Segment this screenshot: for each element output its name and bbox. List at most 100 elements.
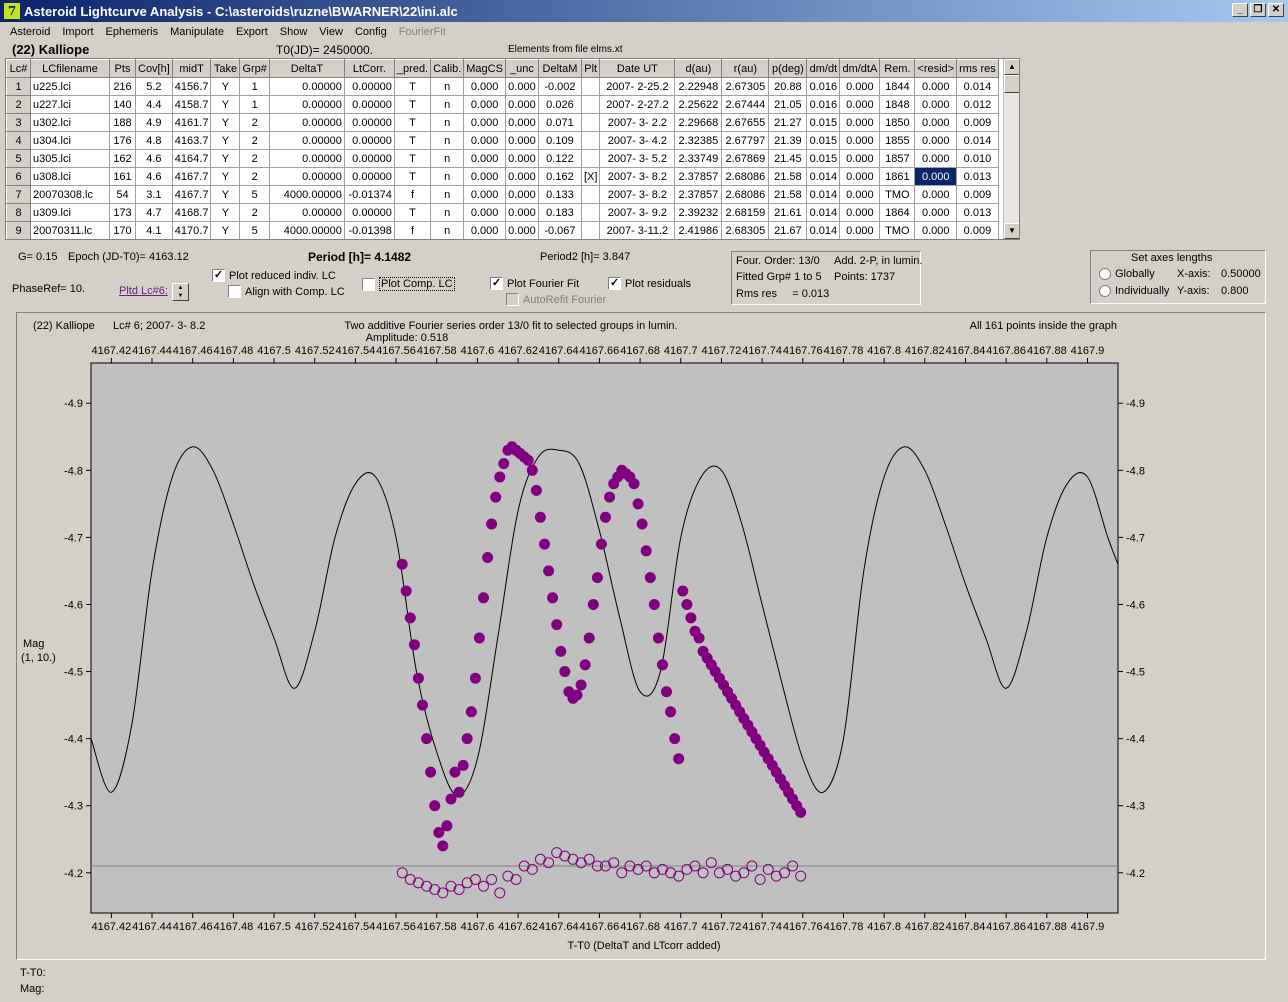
table-cell[interactable]: 0.000 (839, 149, 881, 168)
table-cell[interactable]: 0.000 (914, 113, 958, 132)
close-button[interactable]: ✕ (1268, 3, 1284, 17)
table-cell[interactable]: 0.012 (956, 95, 999, 114)
table-cell[interactable]: 2.68086 (721, 185, 770, 204)
table-cell[interactable]: 0.00000 (343, 167, 395, 186)
table-cell[interactable]: T (393, 131, 432, 150)
table-cell[interactable]: 0.000 (839, 77, 881, 96)
table-cell[interactable]: 2.37857 (674, 185, 723, 204)
table-cell[interactable]: 0.000 (463, 203, 506, 222)
table-cell[interactable]: Y (210, 77, 241, 96)
table-cell[interactable]: 140 (109, 95, 136, 114)
table-row[interactable]: 2 u227.lci 140 4.4 4158.7 Y 1 0.00000 0.00000 Tn 0… (6, 95, 999, 114)
table-cell[interactable]: 2.67305 (721, 77, 770, 96)
table-cell[interactable]: T (393, 203, 432, 222)
table-cell[interactable]: 20070308.lc (30, 185, 110, 204)
column-header[interactable]: DeltaT (268, 59, 345, 78)
table-row[interactable]: 9 20070311.lc 170 4.1 4170.7 Y 5 4000.00000 -0.0… (6, 221, 999, 239)
table-cell[interactable] (580, 131, 601, 150)
table-cell[interactable]: 0.00000 (268, 131, 345, 150)
table-cell[interactable]: u305.lci (30, 149, 110, 168)
table-cell[interactable]: n (430, 77, 465, 96)
menu-item-fourierfit[interactable]: FourierFit (393, 26, 452, 38)
table-row[interactable]: 4 u304.lci 176 4.8 4163.7 Y 2 0.00000 0.00000 Tn 0… (6, 131, 999, 150)
menu-item-manipulate[interactable]: Manipulate (164, 26, 230, 38)
table-cell[interactable]: 2.67869 (721, 149, 770, 168)
table-cell[interactable]: 0.00000 (268, 203, 345, 222)
table-cell[interactable]: 4167.7 (171, 167, 212, 186)
table-cell[interactable]: T (393, 95, 432, 114)
plotted-lc-spinner[interactable]: ▲ ▼ (172, 283, 189, 301)
table-cell[interactable]: 0.000 (463, 95, 506, 114)
scroll-thumb[interactable] (1004, 75, 1019, 93)
table-cell[interactable]: 4.6 (135, 167, 173, 186)
table-cell[interactable]: 0.000 (839, 131, 881, 150)
table-scrollbar[interactable]: ▲ ▼ (1003, 59, 1019, 239)
table-cell[interactable]: 21.05 (768, 95, 808, 114)
row-header[interactable]: 9 (6, 221, 31, 239)
table-cell[interactable]: 0.000 (504, 167, 539, 186)
table-cell[interactable]: 2007- 3- 4.2 (599, 131, 676, 150)
table-cell[interactable]: 4161.7 (171, 113, 212, 132)
table-cell[interactable]: Y (210, 131, 241, 150)
table-cell[interactable]: u225.lci (30, 77, 110, 96)
row-header[interactable]: 5 (6, 149, 31, 168)
plot-comp-checkbox[interactable]: Plot Comp. LC (362, 277, 455, 291)
menu-item-show[interactable]: Show (274, 26, 314, 38)
column-header[interactable]: _unc (504, 59, 539, 78)
table-cell[interactable]: 21.61 (768, 203, 808, 222)
column-header[interactable]: Cov[h] (135, 59, 173, 78)
column-header[interactable]: Plt (580, 59, 601, 78)
table-cell[interactable]: f (393, 185, 432, 204)
table-cell[interactable]: 4000.00000 (268, 185, 345, 204)
table-cell[interactable]: 4000.00000 (268, 221, 345, 239)
table-cell[interactable]: 2.22948 (674, 77, 723, 96)
table-row[interactable]: 1 u225.lci 216 5.2 4156.7 Y 1 0.00000 0.00000 Tn 0… (6, 77, 999, 96)
table-cell[interactable]: 4.6 (135, 149, 173, 168)
table-cell[interactable] (580, 77, 601, 96)
table-cell[interactable]: 0.000 (914, 77, 958, 96)
table-cell[interactable]: 0.00000 (268, 77, 345, 96)
table-cell[interactable]: 4156.7 (171, 77, 212, 96)
table-cell[interactable]: 0.00000 (268, 113, 345, 132)
autorefit-checkbox[interactable]: AutoRefit Fourier (506, 293, 606, 306)
table-cell[interactable]: 2.68086 (721, 167, 770, 186)
table-cell[interactable]: 2.67444 (721, 95, 770, 114)
table-cell[interactable]: Y (210, 113, 241, 132)
table-cell[interactable] (580, 221, 601, 239)
column-header[interactable]: LCfilename (30, 59, 110, 78)
table-cell[interactable]: 0.000 (463, 185, 506, 204)
table-cell[interactable]: 2 (239, 131, 270, 150)
table-cell[interactable]: TMO (879, 221, 916, 239)
table-cell[interactable]: Y (210, 221, 241, 239)
table-cell[interactable]: 2.68159 (721, 203, 770, 222)
column-header[interactable]: r(au) (721, 59, 770, 78)
row-header[interactable]: 8 (6, 203, 31, 222)
table-cell[interactable]: n (430, 203, 465, 222)
table-cell[interactable]: n (430, 149, 465, 168)
table-cell[interactable] (580, 149, 601, 168)
table-cell[interactable]: 0.000 (839, 185, 881, 204)
table-cell[interactable]: 2.37857 (674, 167, 723, 186)
table-cell[interactable]: 1848 (879, 95, 916, 114)
table-cell[interactable] (580, 95, 601, 114)
table-cell[interactable]: 0.00000 (268, 167, 345, 186)
table-cell[interactable]: 0.133 (537, 185, 582, 204)
table-cell[interactable]: 0.015 (806, 149, 841, 168)
column-header[interactable]: Calib. (430, 59, 465, 78)
table-cell[interactable]: 54 (109, 185, 136, 204)
table-cell[interactable]: 2.33749 (674, 149, 723, 168)
table-cell[interactable]: T (393, 113, 432, 132)
table-cell[interactable]: 2 (239, 167, 270, 186)
table-cell[interactable]: TMO (879, 185, 916, 204)
menu-item-view[interactable]: View (313, 26, 349, 38)
menu-item-asteroid[interactable]: Asteroid (4, 26, 56, 38)
table-cell[interactable]: T (393, 149, 432, 168)
table-cell[interactable]: 2007- 3- 5.2 (599, 149, 676, 168)
plot-fourier-checkbox[interactable]: ✓ Plot Fourier Fit (490, 277, 579, 290)
table-cell[interactable]: u309.lci (30, 203, 110, 222)
table-cell[interactable]: 4170.7 (171, 221, 212, 239)
table-cell[interactable]: n (430, 131, 465, 150)
plotted-lc-link[interactable]: Pltd Lc#6: (119, 285, 168, 297)
table-cell[interactable]: 5 (239, 185, 270, 204)
table-cell[interactable]: 2.41986 (674, 221, 723, 239)
